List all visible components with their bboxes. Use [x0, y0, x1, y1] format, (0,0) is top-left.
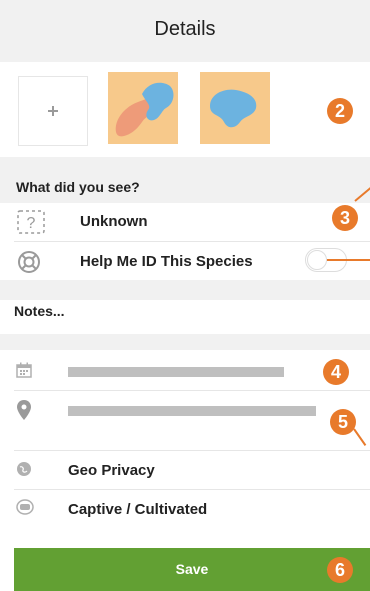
lifebuoy-icon	[16, 249, 42, 280]
callout-badge: 6	[327, 557, 353, 583]
geo-privacy-label: Geo Privacy	[68, 462, 155, 479]
captive-label: Captive / Cultivated	[68, 501, 208, 518]
add-photo-button[interactable]	[18, 76, 88, 146]
photo-thumbnail[interactable]	[108, 72, 178, 144]
callout-badge: 3	[332, 205, 358, 231]
date-placeholder-bar	[68, 367, 284, 377]
notes-input[interactable]: Notes...	[14, 303, 65, 319]
unknown-species-icon: ?	[16, 209, 46, 240]
save-button[interactable]: Save	[14, 548, 370, 591]
captive-icon	[16, 499, 34, 520]
plus-icon	[47, 100, 59, 123]
what-did-you-see-label: What did you see?	[16, 179, 140, 195]
date-row[interactable]	[0, 352, 370, 390]
callout-badge: 4	[323, 359, 349, 385]
location-placeholder-bar	[68, 406, 316, 416]
location-pin-icon	[17, 400, 31, 425]
callout-pointer	[327, 259, 370, 261]
photo-thumbnail[interactable]	[200, 72, 270, 144]
section-spacer	[0, 334, 370, 350]
geo-privacy-row[interactable]: Geo Privacy	[0, 451, 370, 489]
page-title: Details	[154, 18, 216, 40]
help-id-label: Help Me ID This Species	[80, 253, 253, 270]
toggle-knob	[307, 250, 327, 270]
globe-icon	[16, 461, 32, 482]
location-row[interactable]	[0, 391, 370, 447]
section-spacer	[0, 280, 370, 300]
svg-text:?: ?	[27, 215, 36, 232]
photos-row: 2	[0, 62, 370, 157]
callout-badge: 2	[327, 98, 353, 124]
captive-row[interactable]: Captive / Cultivated	[0, 490, 370, 528]
species-row[interactable]: ? Unknown	[0, 203, 370, 241]
header-bar: Details	[0, 0, 370, 62]
save-label: Save	[175, 561, 209, 577]
species-name: Unknown	[80, 213, 148, 230]
calendar-icon	[16, 362, 32, 383]
callout-badge: 5	[330, 409, 356, 435]
